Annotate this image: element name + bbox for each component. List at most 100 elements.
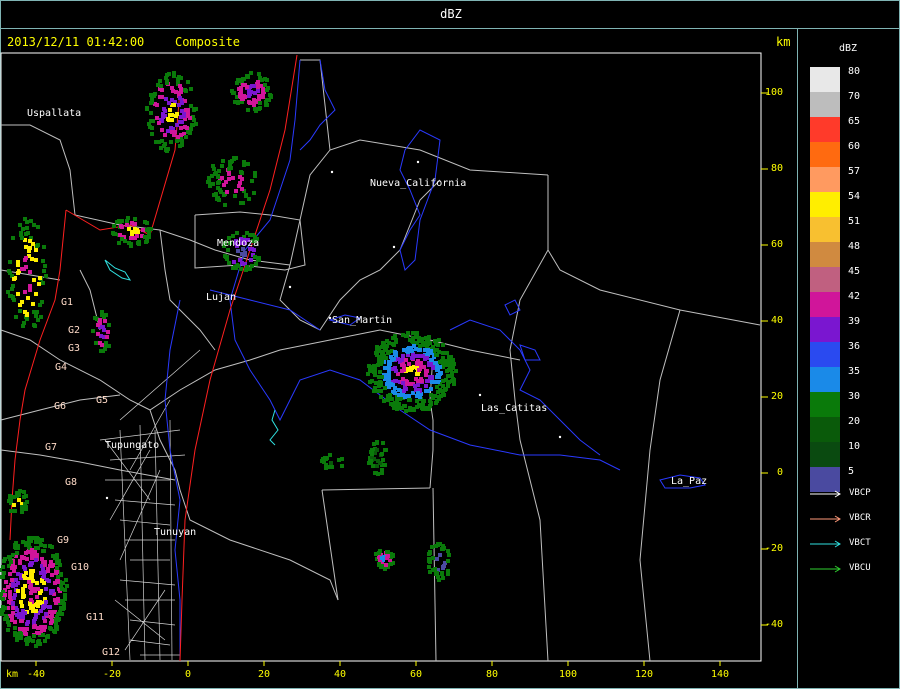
- radar-map[interactable]: [0, 0, 900, 689]
- place-tunuyan: Tunuyan: [154, 527, 197, 538]
- echo-pixel: [446, 559, 450, 563]
- echo-pixel: [40, 300, 44, 304]
- echo-pixel: [16, 271, 20, 275]
- echo-pixel: [137, 242, 141, 246]
- echo-pixel: [383, 463, 387, 467]
- echo-pixel: [13, 509, 17, 513]
- border-line: [9, 54, 298, 662]
- echo-pixel: [7, 555, 11, 559]
- legend-swatch: [810, 367, 840, 392]
- echo-pixel: [55, 561, 59, 565]
- echo-pixel: [112, 232, 116, 236]
- echo-pixel: [178, 84, 182, 88]
- echo-pixel: [43, 264, 47, 268]
- echo-pixel: [29, 561, 33, 565]
- echo-pixel: [24, 256, 28, 260]
- echo-pixel: [172, 74, 176, 78]
- echo-pixel: [34, 314, 38, 318]
- echo-pixel: [249, 258, 253, 262]
- x-tick-label: 80: [486, 669, 499, 680]
- echo-pixel: [407, 394, 411, 398]
- echo-pixel: [250, 84, 254, 88]
- echo-pixel: [18, 309, 22, 313]
- echo-pixel: [220, 176, 224, 180]
- echo-pixel: [20, 555, 24, 559]
- echo-pixel: [441, 576, 445, 580]
- echo-pixel: [11, 606, 15, 610]
- echo-pixel: [165, 149, 169, 153]
- echo-pixel: [172, 103, 176, 107]
- echo-pixel: [225, 190, 229, 194]
- echo-pixel: [267, 98, 271, 102]
- echo-pixel: [252, 191, 256, 195]
- echo-pixel: [27, 580, 31, 584]
- echo-pixel: [22, 495, 26, 499]
- legend-value: 10: [848, 441, 861, 452]
- echo-pixel: [434, 353, 438, 357]
- echo-pixel: [42, 269, 46, 273]
- echo-pixel: [431, 568, 435, 572]
- line-legend-label: VBCU: [849, 563, 871, 573]
- echo-pixel: [96, 323, 100, 327]
- echo-pixel: [447, 553, 451, 557]
- echo-pixel: [386, 554, 390, 558]
- echo-pixel: [42, 575, 46, 579]
- echo-pixel: [34, 540, 38, 544]
- echo-pixel: [42, 245, 46, 249]
- echo-pixel: [227, 261, 231, 265]
- echo-pixel: [21, 588, 25, 592]
- echo-pixel: [437, 338, 441, 342]
- echo-pixel: [25, 627, 29, 631]
- echo-pixel: [2, 559, 6, 563]
- echo-pixel: [435, 557, 439, 561]
- echo-pixel: [224, 180, 228, 184]
- echo-pixel: [55, 627, 59, 631]
- echo-pixel: [30, 554, 34, 558]
- echo-pixel: [392, 390, 396, 394]
- echo-pixel: [21, 592, 25, 596]
- echo-pixel: [411, 356, 415, 360]
- echo-pixel: [50, 545, 54, 549]
- echo-pixel: [7, 623, 11, 627]
- echo-pixel: [401, 354, 405, 358]
- echo-pixel: [397, 393, 401, 397]
- echo-pixel: [23, 217, 27, 221]
- echo-pixel: [440, 572, 444, 576]
- echo-pixel: [10, 618, 14, 622]
- echo-pixel: [165, 73, 169, 77]
- echo-pixel: [177, 92, 181, 96]
- legend-value: 54: [848, 191, 861, 202]
- gauge-label: G1: [61, 297, 74, 308]
- timestamp: 2013/12/11 01:42:00: [7, 35, 145, 49]
- echo-pixel: [159, 84, 163, 88]
- echo-pixel: [231, 91, 235, 95]
- echo-pixel: [257, 258, 261, 262]
- echo-pixel: [378, 370, 382, 374]
- product-name: Composite: [175, 35, 241, 49]
- echo-pixel: [441, 351, 445, 355]
- legend-value: 30: [848, 391, 861, 402]
- echo-pixel: [237, 87, 241, 91]
- echo-pixel: [41, 281, 45, 285]
- echo-pixel: [37, 282, 41, 286]
- echo-pixel: [179, 126, 183, 130]
- echo-pixel: [29, 606, 33, 610]
- echo-pixel: [239, 170, 243, 174]
- echo-pixel: [329, 461, 333, 465]
- echo-pixel: [101, 349, 105, 353]
- echo-pixel: [180, 101, 184, 105]
- echo-pixel: [417, 403, 421, 407]
- echo-pixel: [158, 79, 162, 83]
- echo-pixel: [445, 369, 449, 373]
- echo-pixel: [32, 323, 36, 327]
- echo-pixel: [235, 81, 239, 85]
- echo-pixel: [34, 558, 38, 562]
- echo-pixel: [13, 626, 17, 630]
- y-tick-label: 80: [771, 163, 784, 174]
- echo-pixel: [232, 260, 236, 264]
- echo-pixel: [253, 255, 257, 259]
- echo-pixel: [241, 83, 245, 87]
- echo-pixel: [239, 267, 243, 271]
- echo-pixel: [20, 236, 24, 240]
- echo-pixel: [55, 570, 59, 574]
